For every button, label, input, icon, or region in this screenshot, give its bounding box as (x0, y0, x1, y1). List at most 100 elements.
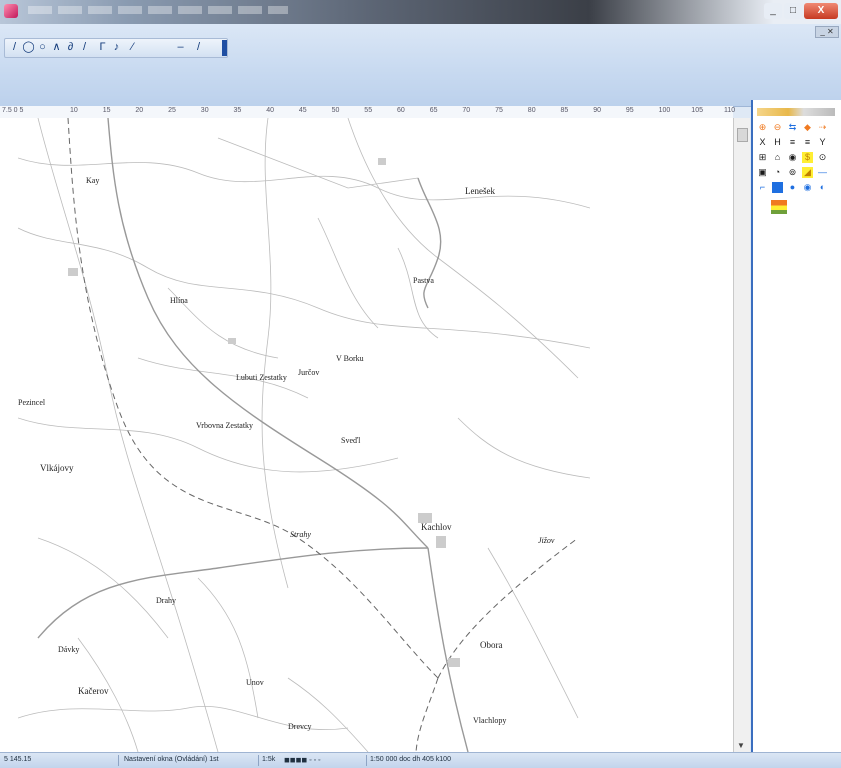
palette-header (757, 108, 835, 116)
ruler-tick-label: 40 (266, 107, 274, 114)
palette-symbol-icon[interactable]: H (772, 137, 783, 148)
map-label: Dávky (58, 645, 80, 654)
palette-symbol-icon[interactable]: ◉ (802, 182, 813, 193)
corner-tool-icon[interactable]: Γ (96, 40, 109, 54)
status-mode: Nastavení okna (Ovládání) 1st (124, 756, 219, 763)
app-icon (4, 4, 18, 18)
map-label: Hlína (170, 296, 188, 305)
palette-symbol-icon[interactable]: ▣ (757, 167, 768, 178)
palette-symbol-icon[interactable]: Y (817, 137, 828, 148)
map-label: Vlkájovy (40, 463, 74, 473)
map-label: Jižov (538, 536, 555, 545)
palette-symbol-icon[interactable]: ◆ (802, 122, 813, 133)
ruler-tick-label: 70 (462, 107, 471, 114)
palette-symbol-icon[interactable]: ◉ (787, 152, 798, 163)
segment-tool-icon[interactable]: / (192, 40, 205, 54)
maximize-button[interactable]: □ (784, 3, 802, 19)
map-label: Pezincel (18, 398, 46, 407)
close-button[interactable]: X (804, 3, 838, 19)
map-label: Vlachlopy (473, 716, 507, 725)
palette-symbol-icon[interactable]: ◔ (772, 167, 783, 178)
palette-symbol-icon[interactable]: ◐ (817, 182, 828, 193)
palette-symbol-icon[interactable]: ⊖ (772, 122, 783, 133)
ruler-origin-label: 7.5 0 5 (2, 107, 24, 114)
palette-symbol-icon[interactable]: ⌂ (772, 152, 783, 163)
ruler-tick-label: 105 (691, 107, 703, 114)
palette-symbol-icon[interactable]: ■ (772, 182, 783, 193)
minimize-button[interactable]: _ (764, 3, 782, 19)
ruler-tick-label: 90 (593, 107, 601, 114)
status-separator (258, 755, 259, 766)
palette-symbol-icon[interactable]: — (817, 167, 828, 178)
toolbar-handle[interactable] (222, 40, 227, 56)
map-label: Jurčov (298, 368, 320, 377)
scrollbar-thumb[interactable] (737, 128, 748, 142)
ruler-tick-label: 35 (233, 107, 242, 114)
ruler-tick-label: 45 (298, 107, 307, 114)
ruler-tick-label: 50 (331, 107, 340, 114)
ruler-tick-label: 15 (102, 107, 111, 114)
status-separator (366, 755, 367, 766)
map-label: Unov (246, 678, 264, 687)
status-view-buttons[interactable]: ◼◼◼◼ ◦ ◦ ◦ (284, 756, 321, 764)
ruler-tick-label: 10 (70, 107, 78, 114)
status-zoom-info: 1:50 000 doc dh 405 k100 (370, 756, 451, 763)
cursor-coordinates: 5 145.15 (4, 756, 32, 763)
palette-symbol-icon[interactable]: ⇆ (787, 122, 798, 133)
map-canvas-area[interactable]: Lenešek Kay Hlína Pastva Lubuti Zestatky… (0, 118, 733, 752)
circle-tool-icon[interactable]: ○ (36, 40, 49, 54)
map-drawing (18, 118, 590, 752)
node-tool-icon[interactable]: ♪ (110, 40, 123, 54)
ruler-tick-label: 30 (200, 107, 209, 114)
palette-symbol-icon[interactable]: ≡ (787, 137, 798, 148)
map-label: Kay (86, 176, 100, 185)
palette-symbol-icon[interactable]: X (757, 137, 768, 148)
palette-symbol-icon[interactable]: ⊕ (757, 122, 768, 133)
slash-tool-icon[interactable]: ⁄ (126, 40, 139, 54)
palette-symbol-icon[interactable]: ⊙ (817, 152, 828, 163)
map-label: Drahy (156, 596, 176, 605)
arc-tool-icon[interactable]: ∧ (50, 40, 63, 54)
palette-swatch[interactable] (771, 200, 787, 214)
palette-symbol-icon[interactable]: ● (787, 182, 798, 193)
map-label: Lubuti Zestatky (236, 373, 287, 382)
map-canvas[interactable]: Lenešek Kay Hlína Pastva Lubuti Zestatky… (18, 118, 590, 752)
ruler-tick-label: 25 (168, 107, 176, 114)
ruler-tick-label: 20 (135, 107, 144, 114)
palette-symbol-icon[interactable]: ◢ (802, 167, 813, 178)
title-bar: _ □ X (0, 0, 841, 24)
status-bar: 5 145.15 Nastavení okna (Ovládání) 1st 1… (0, 752, 841, 768)
ruler-tick-label: 110 (724, 107, 736, 114)
map-label: Lenešek (465, 186, 495, 196)
ruler-tick-label: 100 (658, 107, 671, 114)
ruler-tick-label: 75 (495, 107, 503, 114)
ruler-tick-label: 65 (429, 107, 438, 114)
symbol-palette: ⊕ ⊖ ⇆ ◆ ⇢ X H ≡ ≡ Y ⊞ ⌂ ◉ $ ⊙ ▣ ◔ ⊚ ◢ — ⌐ ■ ● ◉ ◐ (751, 100, 841, 752)
scroll-down-arrow-icon[interactable]: ▼ (737, 741, 745, 750)
map-label: Obora (480, 640, 503, 650)
line-tool-icon[interactable]: / (78, 40, 91, 54)
pen-tool-icon[interactable]: / (8, 40, 21, 54)
ellipse-tool-icon[interactable]: ◯ (22, 40, 35, 54)
ruler-tick-label: 55 (364, 107, 373, 114)
palette-symbol-icon[interactable]: ⊞ (757, 152, 768, 163)
drawing-toolbar: / ◯ ○ ∧ ∂ / Γ ♪ ⁄ – / (4, 38, 228, 58)
map-label: Sveďl (341, 436, 361, 445)
dash-tool-icon[interactable]: – (174, 40, 187, 54)
palette-symbol-icon[interactable]: ⇢ (817, 122, 828, 133)
vertical-scrollbar[interactable]: ▼ (733, 118, 750, 752)
ruler-tick-label: 95 (625, 107, 634, 114)
palette-symbol-icon[interactable]: ⌐ (757, 182, 768, 193)
curve-tool-icon[interactable]: ∂ (64, 40, 77, 54)
ruler-tick-label: 80 (527, 107, 536, 114)
status-separator (118, 755, 119, 766)
palette-symbol-icon[interactable]: $ (802, 152, 813, 163)
mdi-window-buttons[interactable]: _ ✕ (815, 26, 839, 38)
ruler-tick-label: 85 (560, 107, 569, 114)
palette-symbol-icon[interactable]: ⊚ (787, 167, 798, 178)
map-label: Pastva (413, 276, 434, 285)
map-label: Drevcy (288, 722, 312, 731)
map-label: Kačerov (78, 686, 109, 696)
toolbar-area: / ◯ ○ ∧ ∂ / Γ ♪ ⁄ – / (0, 24, 841, 107)
palette-symbol-icon[interactable]: ≡ (802, 137, 813, 148)
